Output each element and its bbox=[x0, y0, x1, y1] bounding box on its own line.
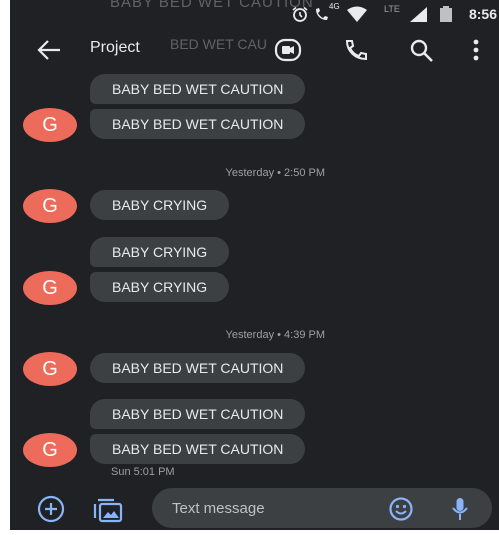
message-bubble[interactable]: BABY BED WET CAUTION bbox=[90, 74, 306, 104]
sent-time-label: Sun 5:01 PM bbox=[111, 466, 175, 478]
avatar[interactable]: G bbox=[23, 189, 77, 223]
message-bubble[interactable]: BABY CRYING bbox=[90, 272, 230, 302]
overflow-menu-icon[interactable] bbox=[468, 37, 484, 63]
phone-call-icon[interactable] bbox=[342, 37, 370, 63]
app-bar: BED WET CAU Project bbox=[10, 28, 499, 72]
message-timestamp: Yesterday • 4:39 PM bbox=[225, 329, 325, 341]
battery-icon bbox=[440, 6, 452, 22]
status-time: 8:56 bbox=[468, 6, 497, 22]
message-bubble[interactable]: BABY BED WET CAUTION bbox=[90, 434, 306, 464]
avatar[interactable]: G bbox=[23, 271, 77, 305]
gallery-icon[interactable] bbox=[92, 496, 124, 524]
message-bubble[interactable]: BABY BED WET CAUTION bbox=[90, 399, 306, 429]
message-bubble[interactable]: BABY BED WET CAUTION bbox=[90, 109, 306, 139]
microphone-icon[interactable] bbox=[448, 496, 472, 522]
lte-label: LTE bbox=[384, 4, 400, 14]
video-call-icon[interactable] bbox=[274, 37, 302, 63]
ghost-behind-text: BED WET CAU bbox=[170, 36, 267, 52]
avatar[interactable]: G bbox=[23, 433, 77, 467]
message-field[interactable] bbox=[152, 488, 492, 528]
compose-bar bbox=[10, 486, 499, 530]
message-timestamp: Yesterday • 2:50 PM bbox=[225, 167, 325, 179]
message-input[interactable] bbox=[172, 488, 372, 528]
alarm-icon bbox=[292, 6, 308, 22]
ghost-message-text: BABY BED WET CAUTION bbox=[110, 0, 314, 11]
conversation-title: Project bbox=[90, 39, 140, 56]
add-attachment-icon[interactable] bbox=[36, 494, 66, 524]
message-bubble[interactable]: BABY CRYING bbox=[90, 237, 230, 267]
avatar[interactable]: G bbox=[23, 352, 77, 386]
message-bubble[interactable]: BABY BED WET CAUTION bbox=[90, 353, 306, 383]
avatar[interactable]: G bbox=[23, 108, 77, 142]
status-bar: BABY BED WET CAUTION 4G LTE 8:56 bbox=[10, 0, 499, 28]
emoji-icon[interactable] bbox=[388, 496, 414, 522]
signal-icon bbox=[410, 7, 427, 22]
back-arrow-icon[interactable] bbox=[36, 38, 62, 62]
wifi-icon bbox=[347, 6, 367, 22]
search-icon[interactable] bbox=[408, 37, 436, 63]
network-4g-label: 4G bbox=[329, 2, 340, 11]
messages-screen: BABY BED WET CAUTION 4G LTE 8:56 BED WET… bbox=[10, 0, 499, 530]
message-bubble[interactable]: BABY CRYING bbox=[90, 190, 230, 220]
